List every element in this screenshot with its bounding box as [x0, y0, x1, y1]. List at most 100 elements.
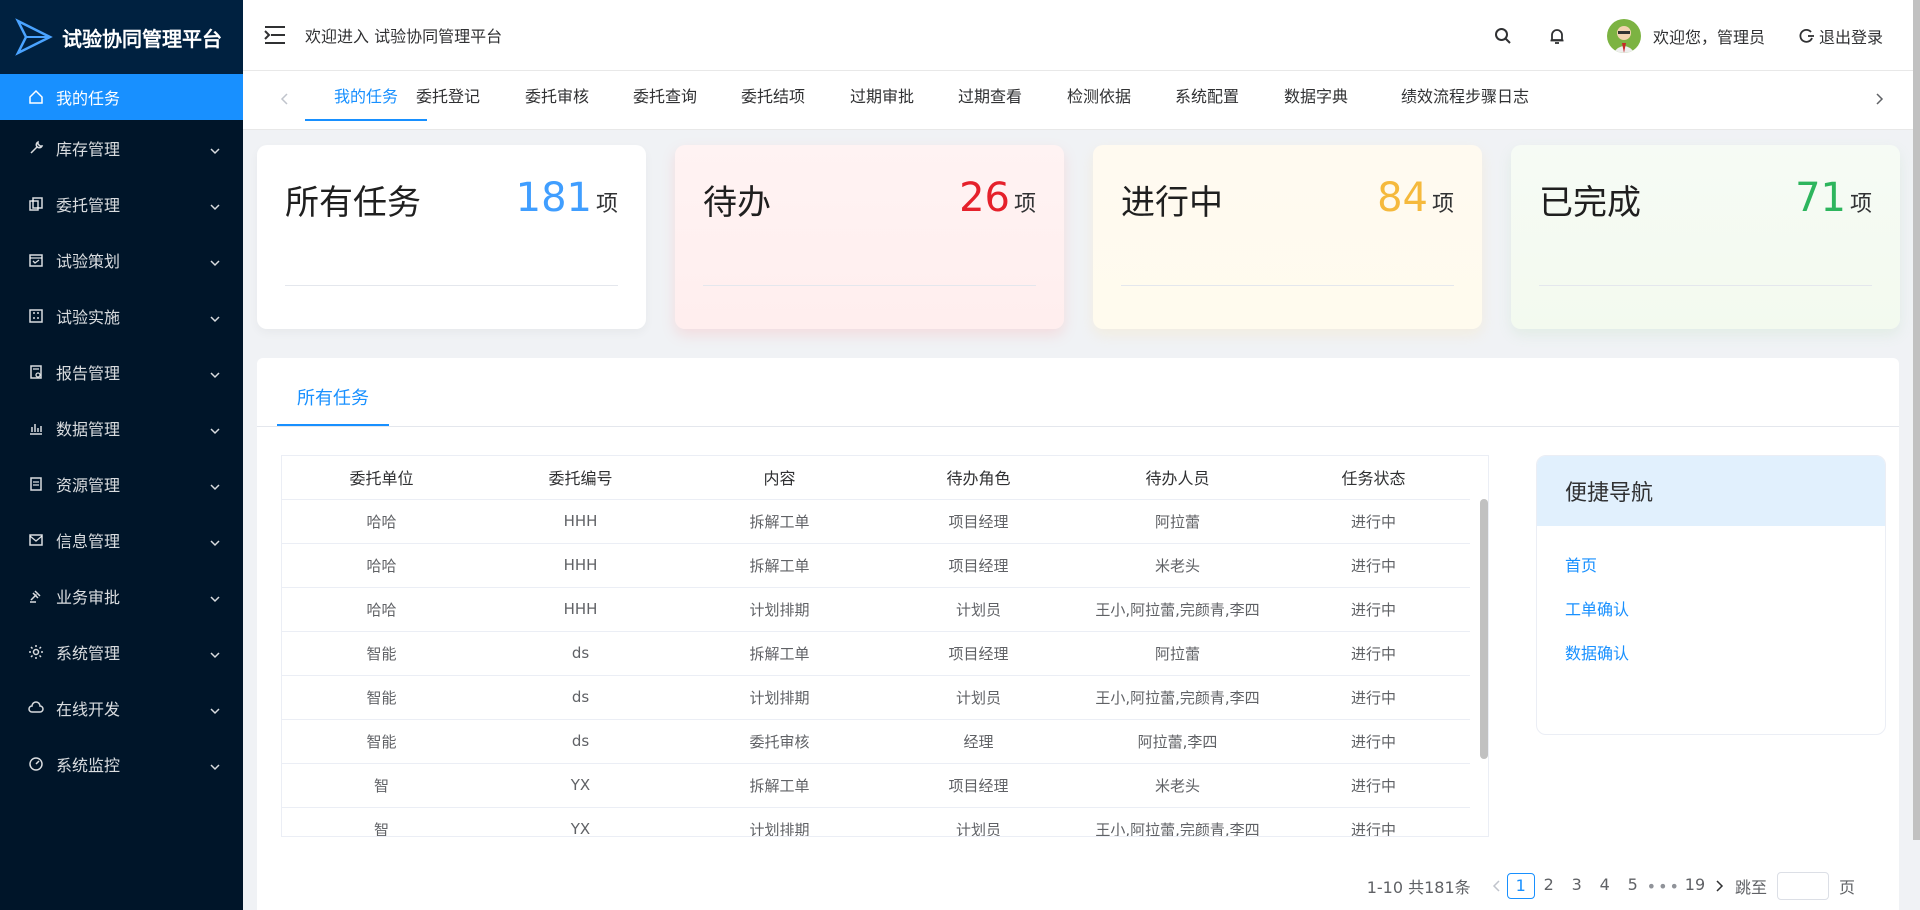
- table-cell: 进行中: [1277, 631, 1470, 676]
- jump-page-input[interactable]: [1776, 872, 1829, 900]
- table-row[interactable]: 智能 ds 拆解工单 项目经理 阿拉蕾 进行中: [282, 631, 1470, 676]
- stat-card-count: 181: [515, 175, 592, 221]
- pagination-page[interactable]: 1: [1506, 873, 1535, 899]
- tabs-bar: 我的任务 委托登记 委托审核 委托查询 委托结项 过期审批 过期查看 检测依据 系统配置 数据字典…: [243, 71, 1913, 130]
- sidebar-item-label: 在线开发: [56, 700, 121, 719]
- table-cell: 智: [282, 763, 481, 808]
- tab-4[interactable]: 委托结项: [733, 71, 813, 121]
- table-cell: 哈哈: [282, 587, 481, 632]
- sidebar-item-2[interactable]: 委托管理: [0, 176, 243, 232]
- chevron-down-icon: [209, 646, 221, 659]
- sidebar-item-label: 业务审批: [56, 588, 121, 607]
- prev-page-icon[interactable]: [1487, 873, 1507, 899]
- tab-3[interactable]: 委托查询: [625, 71, 705, 121]
- bell-icon[interactable]: [1547, 26, 1567, 46]
- logout-icon: [1799, 28, 1814, 43]
- sidebar-item-0[interactable]: 我的任务: [0, 74, 243, 120]
- page-scrollbar[interactable]: [1913, 0, 1920, 840]
- list-icon: [28, 476, 44, 492]
- sidebar-item-6[interactable]: 数据管理: [0, 400, 243, 456]
- sidebar-item-12[interactable]: 系统监控: [0, 736, 243, 792]
- sidebar-item-9[interactable]: 业务审批: [0, 568, 243, 624]
- pagination-page[interactable]: 5: [1619, 873, 1647, 899]
- table-row[interactable]: 哈哈 HHH 拆解工单 项目经理 米老头 进行中: [282, 543, 1470, 588]
- sidebar-item-label: 试验策划: [56, 252, 121, 271]
- tab-10[interactable]: 绩效流程步骤日志: [1385, 71, 1545, 121]
- gavel-icon: [28, 588, 44, 604]
- column-header[interactable]: 待办角色: [879, 456, 1078, 500]
- tabs-next-icon[interactable]: [1869, 89, 1889, 109]
- table-cell: ds: [481, 675, 680, 720]
- stat-card-count: 84: [1377, 175, 1428, 221]
- pagination-page[interactable]: 2: [1535, 873, 1563, 899]
- table-cell: HHH: [481, 543, 680, 588]
- column-header[interactable]: 委托单位: [282, 456, 481, 500]
- tab-7[interactable]: 检测依据: [1059, 71, 1139, 121]
- table-row[interactable]: 智能 ds 委托审核 经理 阿拉蕾,李四 进行中: [282, 719, 1470, 764]
- sidebar-item-1[interactable]: 库存管理: [0, 120, 243, 176]
- pagination-last-page[interactable]: 19: [1681, 873, 1709, 899]
- tab-8[interactable]: 系统配置: [1167, 71, 1247, 121]
- pagination-page[interactable]: 3: [1563, 873, 1591, 899]
- search-icon[interactable]: [1493, 26, 1513, 46]
- quick-nav-link-2[interactable]: 数据确认: [1565, 632, 1885, 676]
- table-row[interactable]: 智能 ds 计划排期 计划员 王小,阿拉蕾,完颜青,李四 进行中: [282, 675, 1470, 720]
- sidebar-item-label: 报告管理: [56, 364, 121, 383]
- tabs-prev-icon[interactable]: [275, 89, 295, 109]
- sidebar-item-7[interactable]: 资源管理: [0, 456, 243, 512]
- pagination-ellipsis[interactable]: •••: [1647, 877, 1681, 896]
- tab-5[interactable]: 过期审批: [842, 71, 922, 121]
- tab-9[interactable]: 数据字典: [1276, 71, 1356, 121]
- tab-6[interactable]: 过期查看: [950, 71, 1030, 121]
- logo-icon: [15, 18, 53, 56]
- sidebar-item-8[interactable]: 信息管理: [0, 512, 243, 568]
- table-cell: 计划员: [879, 807, 1078, 836]
- sidebar-item-11[interactable]: 在线开发: [0, 680, 243, 736]
- stat-card-3[interactable]: 已完成 71 项: [1511, 145, 1900, 329]
- stat-card-2[interactable]: 进行中 84 项: [1093, 145, 1482, 329]
- chevron-down-icon: [209, 142, 221, 155]
- table-body: 哈哈 HHH 拆解工单 项目经理 阿拉蕾 进行中 哈哈 HHH 拆解工单 项目经理 米老头 进行中 哈哈…: [282, 499, 1470, 836]
- dashboard-icon: [28, 756, 44, 772]
- logout-button[interactable]: 退出登录: [1799, 24, 1883, 48]
- next-page-icon[interactable]: [1709, 873, 1729, 899]
- table-cell: 进行中: [1277, 675, 1470, 720]
- stat-card-divider: [1121, 285, 1454, 286]
- table-cell: 拆解工单: [680, 499, 879, 544]
- task-panel: 所有任务 委托单位 委托编号 内容 待办角色 待办人员 任务状态 哈哈 HHH 拆解工单 项目经…: [257, 358, 1899, 910]
- sidebar-item-3[interactable]: 试验策划: [0, 232, 243, 288]
- quick-nav-link-0[interactable]: 首页: [1565, 544, 1885, 588]
- sidebar-item-label: 系统监控: [56, 756, 121, 775]
- calendar-icon: [28, 252, 44, 268]
- tab-all-tasks[interactable]: 所有任务: [277, 384, 389, 410]
- table-row[interactable]: 哈哈 HHH 计划排期 计划员 王小,阿拉蕾,完颜青,李四 进行中: [282, 587, 1470, 632]
- table-cell: 米老头: [1078, 543, 1277, 588]
- sidebar-menu: 我的任务 库存管理 委托管理试验策划试验实施报告管理数据管理 资源管理 信息管理业务审批…: [0, 74, 243, 792]
- table-cell: 进行中: [1277, 499, 1470, 544]
- table-scrollbar[interactable]: [1480, 499, 1488, 759]
- pagination-page[interactable]: 4: [1591, 873, 1619, 899]
- avatar[interactable]: [1606, 18, 1641, 53]
- tab-1[interactable]: 委托登记: [408, 71, 488, 121]
- table-cell: 项目经理: [879, 763, 1078, 808]
- welcome-text: 欢迎进入 试验协同管理平台: [305, 27, 503, 46]
- cloud-icon: [28, 700, 44, 716]
- column-header[interactable]: 任务状态: [1277, 456, 1470, 500]
- stat-card-unit: 项: [1849, 192, 1872, 217]
- sidebar-item-5[interactable]: 报告管理: [0, 344, 243, 400]
- sidebar-item-4[interactable]: 试验实施: [0, 288, 243, 344]
- sidebar-item-10[interactable]: 系统管理: [0, 624, 243, 680]
- table-row[interactable]: 哈哈 HHH 拆解工单 项目经理 阿拉蕾 进行中: [282, 499, 1470, 544]
- stat-card-0[interactable]: 所有任务 181 项: [257, 145, 646, 329]
- table-row[interactable]: 智 YX 计划排期 计划员 王小,阿拉蕾,完颜青,李四 进行中: [282, 807, 1470, 836]
- column-header[interactable]: 委托编号: [481, 456, 680, 500]
- tab-2[interactable]: 委托审核: [517, 71, 597, 121]
- quick-nav-link-1[interactable]: 工单确认: [1565, 588, 1885, 632]
- stat-card-1[interactable]: 待办 26 项: [675, 145, 1064, 329]
- sidebar-item-label: 试验实施: [56, 308, 121, 327]
- table-cell: 智能: [282, 719, 481, 764]
- column-header[interactable]: 内容: [680, 456, 879, 500]
- column-header[interactable]: 待办人员: [1078, 456, 1277, 500]
- table-row[interactable]: 智 YX 拆解工单 项目经理 米老头 进行中: [282, 763, 1470, 808]
- menu-toggle-icon[interactable]: [263, 21, 291, 49]
